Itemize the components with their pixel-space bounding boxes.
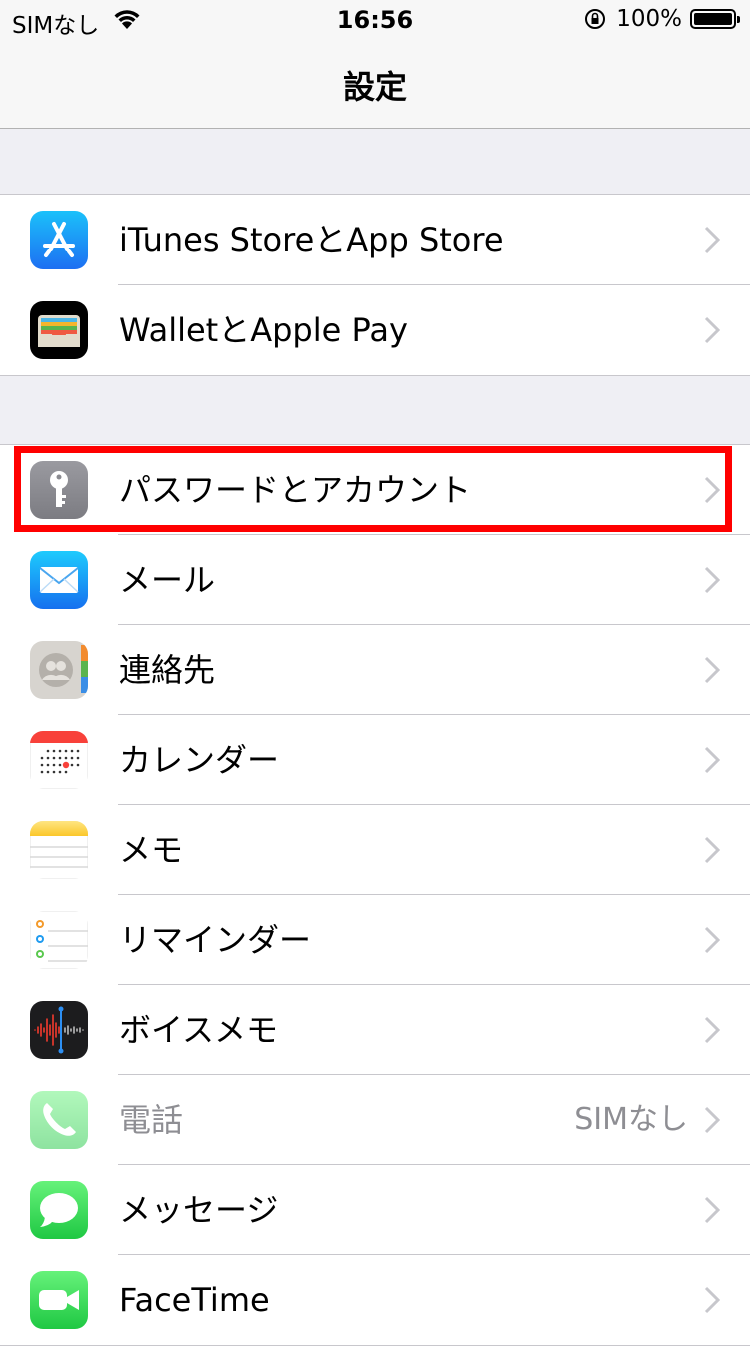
chevron-right-icon (704, 1196, 720, 1224)
chevron-right-icon (704, 836, 720, 864)
row-label: リマインダー (119, 921, 312, 959)
reminders-icon (30, 911, 88, 969)
row-detail-value: SIMなし (574, 1102, 688, 1137)
chevron-right-icon (704, 1106, 720, 1134)
settings-row-voice-memos[interactable]: ボイスメモ (0, 985, 750, 1075)
key-icon (30, 461, 88, 519)
settings-row-itunes-app-store[interactable]: iTunes StoreとApp Store (0, 195, 750, 285)
settings-group-stores: iTunes StoreとApp Store WalletとApple Pay (0, 194, 750, 376)
navigation-bar: SIMなし 16:56 100% 設定 (0, 0, 750, 129)
row-label: ボイスメモ (119, 1011, 279, 1049)
app-store-icon (30, 211, 88, 269)
settings-row-passwords-accounts[interactable]: パスワードとアカウント (0, 445, 750, 535)
chevron-right-icon (704, 226, 720, 254)
chevron-right-icon (704, 746, 720, 774)
row-label: FaceTime (119, 1281, 270, 1319)
settings-row-mail[interactable]: メール (0, 535, 750, 625)
facetime-icon (30, 1271, 88, 1329)
settings-group-apps: パスワードとアカウント メール 連絡先 カレンダー メモ リマインダー ボイスメ… (0, 444, 750, 1346)
phone-icon (30, 1091, 88, 1149)
settings-row-notes[interactable]: メモ (0, 805, 750, 895)
settings-row-wallet-apple-pay[interactable]: WalletとApple Pay (0, 285, 750, 375)
row-label: WalletとApple Pay (119, 311, 408, 349)
settings-row-reminders[interactable]: リマインダー (0, 895, 750, 985)
settings-row-messages[interactable]: メッセージ (0, 1165, 750, 1255)
contacts-icon (30, 641, 88, 699)
row-label: カレンダー (119, 741, 280, 779)
chevron-right-icon (704, 476, 720, 504)
row-label: メモ (119, 831, 184, 869)
chevron-right-icon (704, 656, 720, 684)
settings-row-facetime[interactable]: FaceTime (0, 1255, 750, 1345)
mail-icon (30, 551, 88, 609)
battery-icon (690, 9, 740, 29)
chevron-right-icon (704, 1286, 720, 1314)
chevron-right-icon (704, 1016, 720, 1044)
row-label: iTunes StoreとApp Store (119, 221, 504, 259)
settings-row-contacts[interactable]: 連絡先 (0, 625, 750, 715)
page-title: 設定 (342, 68, 407, 106)
row-label: 電話 (119, 1101, 184, 1139)
messages-icon (30, 1181, 88, 1239)
settings-row-calendar[interactable]: カレンダー (0, 715, 750, 805)
row-label: メッセージ (119, 1191, 279, 1229)
chevron-right-icon (704, 316, 720, 344)
rotation-lock-icon (585, 9, 606, 29)
wallet-icon (30, 301, 88, 359)
settings-row-phone[interactable]: 電話 SIMなし (0, 1075, 750, 1165)
status-bar: SIMなし 16:56 100% (0, 0, 750, 40)
calendar-icon (30, 731, 88, 789)
row-label: メール (119, 561, 216, 599)
voice-memos-icon (30, 1001, 88, 1059)
row-label: パスワードとアカウント (119, 471, 472, 509)
row-label: 連絡先 (119, 651, 216, 689)
chevron-right-icon (704, 566, 720, 594)
chevron-right-icon (704, 926, 720, 954)
notes-icon (30, 821, 88, 879)
battery-percentage: 100% (616, 6, 682, 32)
